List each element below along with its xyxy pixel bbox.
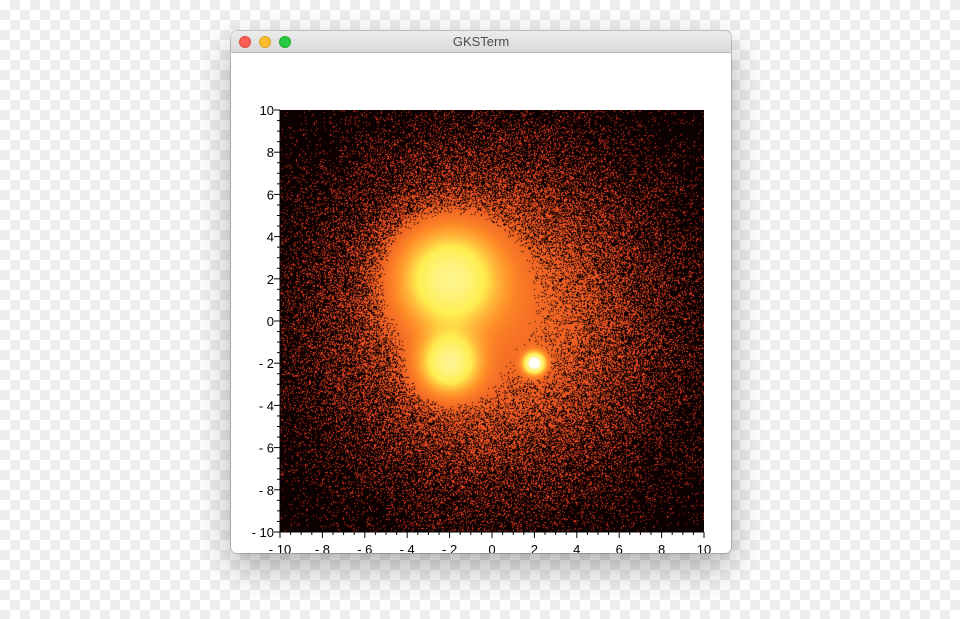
x-tick-label: 2 <box>531 542 538 553</box>
y-tick-label: 8 <box>267 145 274 160</box>
y-tick-label: 10 <box>260 103 274 118</box>
title-bar[interactable]: GKSTerm <box>231 31 731 53</box>
plot-area: - 10 - 8 - 6 - 4 - 2 0 2 4 6 8 10 10 8 6 4 2 0 - 2 - 4 - 6 -… <box>231 53 731 553</box>
x-tick-label: 6 <box>616 542 623 553</box>
y-tick-label: - 2 <box>259 356 274 371</box>
x-tick-label: - 4 <box>400 542 415 553</box>
gksterm-window: GKSTerm - 10- 8- 6- 4- 2 0 2 4 6 8 10 10 8 6 4 2 0- … <box>231 31 731 553</box>
x-tick-label: - 2 <box>442 542 457 553</box>
x-tick-label: 10 <box>697 542 711 553</box>
y-tick-label: 4 <box>267 230 274 245</box>
x-tick-label: 0 <box>488 542 495 553</box>
x-tick-label: 8 <box>658 542 665 553</box>
y-tick-label: - 6 <box>259 441 274 456</box>
window-title: GKSTerm <box>452 34 510 49</box>
x-tick-label: - 6 <box>357 542 372 553</box>
x-tick-label: 4 <box>573 542 580 553</box>
y-tick-label: 0 <box>267 314 274 329</box>
y-tick-label: 2 <box>267 272 274 287</box>
x-tick-label: - 8 <box>315 542 330 553</box>
y-tick-label: - 10 <box>252 525 274 540</box>
heatmap-axes: - 10 - 8 - 6 - 4 - 2 0 2 4 6 8 10 10 8 6 4 2 0 - 2 - 4 - 6 -… <box>252 103 712 553</box>
y-tick-label: - 4 <box>259 398 274 413</box>
x-tick-label: - 10 <box>269 542 291 553</box>
y-tick-label: 6 <box>267 187 274 202</box>
y-tick-label: - 8 <box>259 483 274 498</box>
